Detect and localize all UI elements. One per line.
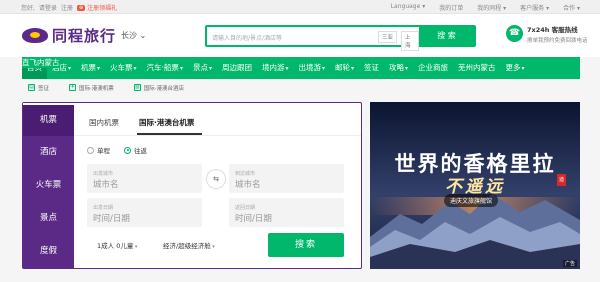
quick-link-visa[interactable]: ▤ 签证	[22, 82, 63, 96]
city-label: 长沙	[121, 31, 137, 40]
quick-link-label: 国际·港澳机票	[79, 86, 114, 92]
trip-round-trip[interactable]: 往返	[124, 145, 147, 155]
depart-date-label: 出发日期	[93, 205, 114, 211]
radio-icon	[87, 146, 94, 154]
hotline[interactable]: ☎ 7x24h 客服热线 擦单我预约免费回拨电话	[506, 24, 588, 44]
quick-link-label: 签证	[38, 86, 50, 92]
logo-icon	[22, 28, 48, 43]
login-link[interactable]: 请登录	[39, 3, 57, 12]
search-tag-sanya[interactable]: 三亚	[378, 31, 398, 43]
flight-type-tabs: 国内机票 国际·港澳台机票	[87, 117, 212, 135]
gift-label: 注册领福礼	[87, 5, 118, 12]
depart-date-field[interactable]: 出发日期 时间/日期	[87, 198, 202, 227]
quick-link-intl-flights[interactable]: ✈ 国际·港澳机票	[63, 82, 128, 96]
banner-stamp: 迪	[557, 174, 566, 186]
quick-link-intl-hotels[interactable]: ▥ 国际·港澳台酒店	[128, 82, 198, 96]
side-tab-vacation[interactable]: 度假	[23, 235, 74, 268]
nav-item-more[interactable]: 更多	[501, 57, 530, 79]
search-tag-shanghai[interactable]: 上海	[401, 31, 419, 51]
nav-item-attractions[interactable]: 景点	[188, 57, 217, 79]
side-tab-train[interactable]: 火车票	[23, 169, 74, 202]
to-city-field[interactable]: 到达城市 城市名	[229, 164, 344, 193]
return-date-field[interactable]: 返回日期 时间/日期	[229, 198, 344, 227]
nav-item-bus-ship[interactable]: 汽车·船票	[142, 57, 188, 79]
register-link[interactable]: 注册	[61, 3, 73, 12]
tab-intl-flights[interactable]: 国际·港澳台机票	[137, 117, 203, 135]
hotline-subtitle: 擦单我预约免费回拨电话	[527, 38, 588, 44]
side-tab-hotel[interactable]: 酒店	[23, 136, 74, 169]
trip-round-trip-label: 往返	[134, 147, 147, 155]
trip-one-way-label: 单程	[97, 147, 110, 155]
to-city-value: 城市名	[235, 180, 261, 190]
top-bar: 您好, 请登录 注册 ⊕ 注册领福礼 Language ▾ 我的订单 我的同程 …	[0, 0, 600, 14]
cabin-select[interactable]: 经济/超级经济舱	[163, 240, 215, 250]
search-button[interactable]: 搜 索	[419, 27, 474, 45]
quick-link-label: 国际·港澳台酒店	[143, 86, 185, 92]
nav-item-flights[interactable]: 机票	[76, 57, 105, 79]
nav-item-guides[interactable]: 攻略	[384, 57, 413, 79]
to-city-label: 到达城市	[235, 171, 256, 177]
divider	[74, 135, 361, 136]
radio-checked-icon	[124, 146, 131, 154]
chevron-down-icon: ⌄	[139, 31, 147, 40]
main-nav: 首页 酒店 机票 火车票 汽车·船票 景点 周边跟团 境内游 出境游 邮轮 签证…	[22, 57, 580, 79]
trip-one-way[interactable]: 单程	[87, 145, 110, 155]
nav-item-visa[interactable]: 签证	[359, 57, 384, 79]
promo-banner[interactable]: 世界的香格里拉 不遥远 迪 迪庆文旅旗舰馆 广告	[370, 102, 580, 269]
gift-icon: ⊕	[76, 4, 86, 11]
language-menu[interactable]: Language ▾	[391, 3, 426, 12]
phone-icon: ☎	[506, 25, 523, 42]
side-tab-flights[interactable]: 机票	[23, 103, 74, 136]
search-bar: 请输入目的地/景点/酒店等 三亚 上海 搜 索	[205, 25, 476, 51]
greeting-text: 您好,	[21, 5, 35, 12]
plane-icon: ✈	[69, 84, 77, 91]
booking-panel: 机票 酒店 火车票 景点 度假 国内机票 国际·港澳台机票 单程 往返 出发城市…	[22, 102, 362, 269]
logo-text: 同程旅行	[52, 27, 117, 45]
quick-links: ▤ 签证 ✈ 国际·港澳机票 ▥ 国际·港澳台酒店	[22, 82, 198, 96]
return-date-value: 时间/日期	[235, 214, 272, 224]
nav-item-nearby-tours[interactable]: 周边跟团	[217, 57, 257, 79]
ad-badge: 广告	[562, 260, 577, 267]
hotel-icon: ▥	[133, 84, 141, 91]
header: 同程旅行 长沙 ⌄ 请输入目的地/景点/酒店等 三亚 上海 搜 索 ☎ 7x24…	[0, 14, 600, 57]
nav-item-inner-mongolia[interactable]: 芜州内蒙古	[453, 57, 501, 79]
nav-item-domestic-travel[interactable]: 境内游	[257, 57, 294, 79]
booking-side-tabs: 机票 酒店 火车票 景点 度假	[23, 103, 74, 268]
partner-menu[interactable]: 合作 ▾	[563, 3, 580, 12]
depart-date-value: 时间/日期	[93, 214, 130, 224]
hot-badge: 直飞内蒙古	[22, 57, 60, 68]
flight-search-button[interactable]: 搜索	[268, 233, 344, 257]
return-date-label: 返回日期	[235, 205, 256, 211]
tab-domestic-flights[interactable]: 国内机票	[87, 117, 127, 135]
trip-type-selector: 单程 往返	[87, 145, 147, 155]
from-city-value: 城市名	[93, 180, 119, 190]
nav-item-business[interactable]: 企业商旅	[413, 57, 453, 79]
from-city-field[interactable]: 出发城市 城市名	[87, 164, 202, 193]
side-tab-attractions[interactable]: 景点	[23, 202, 74, 235]
city-selector[interactable]: 长沙 ⌄	[121, 30, 146, 41]
passenger-select[interactable]: 1成人 0儿童	[97, 240, 137, 250]
visa-icon: ▤	[28, 84, 35, 91]
search-input[interactable]: 请输入目的地/景点/酒店等 三亚 上海	[207, 27, 419, 51]
banner-pill[interactable]: 迪庆文旅旗舰馆	[444, 194, 499, 207]
gift-link[interactable]: ⊕ 注册领福礼	[76, 3, 118, 12]
search-placeholder: 请输入目的地/景点/酒店等	[212, 35, 283, 42]
nav-item-train[interactable]: 火车票	[105, 57, 142, 79]
my-orders-link[interactable]: 我的订单	[439, 3, 463, 12]
hotline-title: 7x24h 客服热线	[527, 26, 578, 34]
from-city-label: 出发城市	[93, 171, 114, 177]
nav-item-cruise[interactable]: 邮轮	[330, 57, 359, 79]
customer-service-menu[interactable]: 客户服务 ▾	[520, 3, 549, 12]
my-account-menu[interactable]: 我的同程 ▾	[477, 3, 506, 12]
swap-cities-icon[interactable]: ⇆	[206, 169, 226, 189]
site-logo[interactable]: 同程旅行	[22, 25, 116, 46]
nav-item-outbound-travel[interactable]: 出境游	[293, 57, 330, 79]
